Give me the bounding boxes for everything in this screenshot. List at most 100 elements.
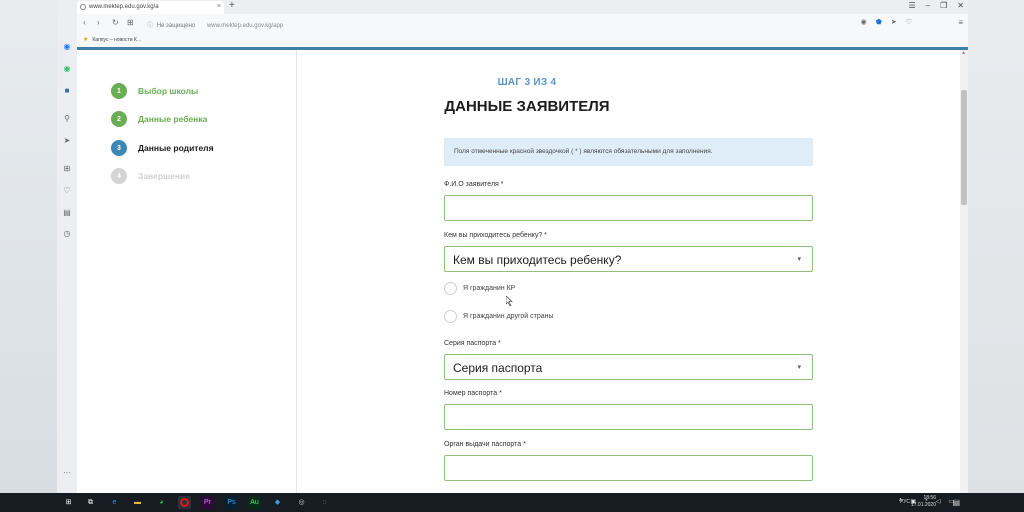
security-label: Не защищено [156, 23, 196, 29]
clock[interactable]: 18:56 17.01.2020 [906, 495, 936, 509]
url-text: www.mektep.edu.gov.kg/app [206, 23, 284, 29]
clock-date: 17.01.2020 [910, 502, 936, 508]
messenger-icon[interactable]: ◉ [62, 42, 72, 52]
opera-sidebar: ◉ ◉ ■ ⚲ ➤ ⊞ ♡ ▤ ◷ ··· [57, 0, 77, 493]
close-window-icon[interactable]: ✕ [957, 1, 964, 10]
chevron-down-icon: ▾ [797, 256, 801, 263]
tabs-grid-icon[interactable]: ⊞ [127, 18, 134, 27]
task-view-icon[interactable]: ⧉ [84, 496, 97, 509]
security-icon: ⓘ [147, 23, 154, 29]
app-icon[interactable]: ◆ [271, 496, 284, 509]
window-controls: ☰ – ❐ ✕ [909, 1, 965, 10]
search-icon[interactable]: ⚲ [62, 114, 72, 124]
restore-icon[interactable]: ❐ [940, 1, 947, 10]
screen: www.mektep.edu.gov.kg/a × + ☰ – ❐ ✕ ‹ › … [0, 0, 1024, 512]
step-number: 1 [111, 83, 127, 99]
passport-number-label: Номер паспорта * [444, 390, 502, 397]
news-icon[interactable]: ▤ [62, 208, 72, 218]
tab-close-icon[interactable]: × [217, 3, 221, 10]
app3-icon[interactable]: ◌ [318, 496, 331, 509]
page-content: 1 Выбор школы 2 Данные ребенка 3 Данные … [77, 50, 960, 493]
vk-icon[interactable]: ■ [62, 86, 72, 96]
desktop-left [0, 0, 57, 493]
filter-icon[interactable]: ☰ [909, 1, 916, 10]
file-explorer-icon[interactable]: ▬ [131, 496, 144, 509]
bookmarks-bar: ★ Каппус – новости К... [57, 33, 968, 47]
url-input[interactable]: ⓘ Не защищено www.mektep.edu.gov.kg/app [147, 17, 847, 30]
opera-taskbar-icon[interactable] [178, 496, 191, 509]
citizen-kr-option[interactable]: Я гражданин КР [444, 281, 515, 295]
step-counter: ШАГ 3 ИЗ 4 [497, 77, 557, 88]
bookmark-icon: ★ [83, 37, 89, 43]
passport-number-input[interactable] [444, 404, 813, 430]
clock-time: 18:56 [923, 495, 936, 501]
step-1[interactable]: 1 Выбор школы [111, 83, 198, 99]
tab-bar: www.mektep.edu.gov.kg/a × + ☰ – ❐ ✕ [57, 0, 968, 14]
notifications-icon[interactable]: ▤ [952, 498, 960, 507]
passport-series-select[interactable]: Серия паспорта ▾ [444, 354, 813, 380]
speed-dial-icon[interactable]: ⊞ [62, 164, 72, 174]
step-number: 4 [111, 168, 127, 184]
bookmark-item[interactable]: Каппус – новости К... [92, 37, 141, 43]
heart-icon[interactable]: ♡ [906, 18, 912, 26]
audition-icon[interactable]: Au [248, 496, 261, 509]
easy-setup-icon[interactable]: ≡ [958, 18, 963, 27]
tab-title: www.mektep.edu.gov.kg/a [89, 4, 159, 10]
globe-icon [80, 4, 86, 10]
citizen-kr-radio[interactable] [444, 281, 457, 295]
taskbar: ⊞ ⧉ e ▬ ◕ Pr Ps Au ◆ ◎ ◌ ˄ ▣ ◔ ◁ ▭ РУС 1… [0, 493, 1024, 512]
edge-icon[interactable]: e [108, 496, 121, 509]
browser-window: www.mektep.edu.gov.kg/a × + ☰ – ❐ ✕ ‹ › … [57, 0, 968, 493]
bookmarks-heart-icon[interactable]: ♡ [62, 186, 72, 196]
passport-series-value: Серия паспорта [453, 361, 543, 375]
photoshop-icon[interactable]: Ps [225, 496, 238, 509]
address-actions: ◉ ⬟ ➤ ♡ [861, 18, 912, 26]
premiere-icon[interactable]: Pr [201, 496, 214, 509]
passport-issuer-input[interactable] [444, 455, 813, 481]
forward-icon[interactable]: › [97, 18, 100, 27]
back-icon[interactable]: ‹ [83, 18, 86, 27]
chrome-icon[interactable]: ◕ [155, 496, 168, 509]
send-icon[interactable]: ➤ [891, 18, 897, 26]
browser-tab[interactable]: www.mektep.edu.gov.kg/a × [77, 1, 224, 14]
step-number: 2 [111, 111, 127, 127]
step-3[interactable]: 3 Данные родителя [111, 140, 214, 156]
shield-icon[interactable]: ⬟ [876, 18, 882, 26]
volume-icon[interactable]: ◁ [936, 498, 941, 505]
citizen-other-option[interactable]: Я гражданин другой страны [444, 309, 554, 323]
step-number: 3 [111, 140, 127, 156]
chevron-down-icon: ▾ [797, 364, 801, 371]
flow-icon[interactable]: ➤ [62, 136, 72, 146]
mouse-cursor-icon [506, 296, 513, 306]
steps-sidebar: 1 Выбор школы 2 Данные ребенка 3 Данные … [77, 50, 297, 493]
fio-input[interactable] [444, 195, 813, 221]
passport-series-label: Серия паспорта * [444, 340, 501, 347]
desktop-right [968, 0, 1024, 493]
required-info-box: Поля отмеченные красной звездочкой ( * )… [444, 138, 813, 166]
citizen-other-radio[interactable] [444, 309, 457, 323]
relation-select[interactable]: Кем вы приходитесь ребенку? ▾ [444, 246, 813, 272]
whatsapp-icon[interactable]: ◉ [62, 64, 72, 74]
step-label: Завершение [138, 171, 190, 181]
scroll-thumb[interactable] [961, 90, 967, 205]
page-scrollbar[interactable]: ▲ [960, 50, 968, 493]
relation-select-value: Кем вы приходитесь ребенку? [453, 253, 622, 267]
step-label: Выбор школы [138, 86, 199, 96]
fio-label: Ф.И.О заявителя * [444, 181, 504, 188]
step-label: Данные родителя [138, 143, 214, 153]
step-2[interactable]: 2 Данные ребенка [111, 111, 207, 127]
step-4: 4 Завершение [111, 168, 190, 184]
history-icon[interactable]: ◷ [62, 229, 72, 239]
more-icon[interactable]: ··· [62, 468, 72, 478]
scroll-up-icon[interactable]: ▲ [961, 50, 966, 56]
new-tab-icon[interactable]: + [229, 0, 235, 11]
citizen-kr-label: Я гражданин КР [463, 284, 516, 292]
relation-label: Кем вы приходитесь ребенку? * [444, 232, 547, 239]
camera-icon[interactable]: ◉ [861, 18, 867, 26]
windows-start-icon[interactable]: ⊞ [62, 496, 75, 509]
address-bar: ‹ › ↻ ⊞ ⓘ Не защищено www.mektep.edu.gov… [57, 14, 968, 33]
app2-icon[interactable]: ◎ [295, 496, 308, 509]
reload-icon[interactable]: ↻ [112, 18, 119, 27]
minimize-icon[interactable]: – [926, 1, 930, 10]
citizen-other-label: Я гражданин другой страны [463, 312, 554, 320]
